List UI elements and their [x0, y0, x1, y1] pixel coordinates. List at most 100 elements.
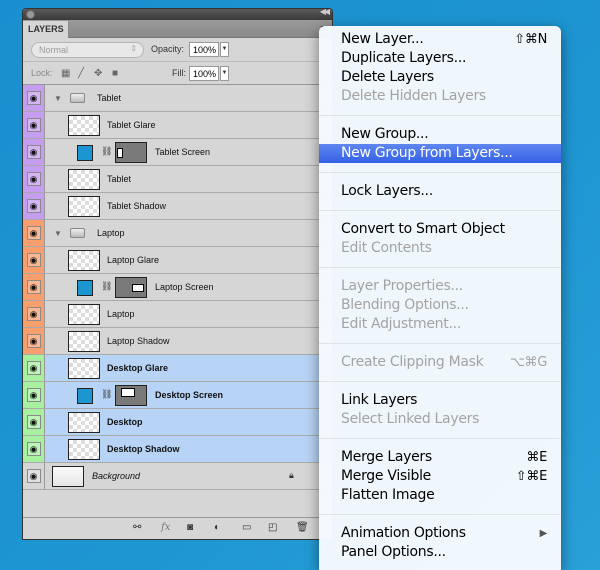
- layer-thumbnail: [68, 439, 100, 460]
- menu-item-merge-visible[interactable]: Merge Visible ⇧⌘E: [319, 467, 561, 486]
- trash-icon[interactable]: 🗑︎: [296, 522, 309, 533]
- menu-label: New Layer...: [341, 31, 424, 47]
- layer-group-tablet[interactable]: ◉ ▼ Tablet: [23, 85, 332, 112]
- menu-item-link-layers[interactable]: Link Layers: [319, 391, 561, 410]
- lock-paint-brush-icon[interactable]: ╱: [78, 68, 84, 79]
- visibility-toggle[interactable]: ◉: [23, 85, 45, 111]
- disclosure-triangle-icon[interactable]: ▼: [54, 229, 62, 238]
- layer-laptop-screen[interactable]: ◉ ⛓ Laptop Screen: [23, 274, 332, 301]
- eye-icon: ◉: [26, 91, 41, 105]
- visibility-toggle[interactable]: ◉: [23, 193, 45, 219]
- menu-item-animation-options[interactable]: Animation Options ▶: [319, 524, 561, 543]
- add-mask-icon[interactable]: ◙: [187, 522, 193, 533]
- layer-mask-thumbnail: [115, 277, 147, 298]
- visibility-toggle[interactable]: ◉: [23, 301, 45, 327]
- visibility-toggle[interactable]: ◉: [23, 112, 45, 138]
- menu-item-lock-layers[interactable]: Lock Layers...: [319, 182, 561, 201]
- layer-name: Tablet Screen: [155, 147, 211, 157]
- layer-tablet-screen[interactable]: ◉ ⛓ Tablet Screen: [23, 139, 332, 166]
- layer-laptop-shadow[interactable]: ◉ Laptop Shadow: [23, 328, 332, 355]
- adjustment-layer-icon[interactable]: ◐: [214, 522, 220, 533]
- layer-name: Laptop Screen: [155, 282, 214, 292]
- menu-label: Merge Visible: [341, 468, 431, 484]
- layer-background[interactable]: ◉ Background 🔒︎: [23, 463, 332, 490]
- lock-all-icon[interactable]: ■: [112, 68, 118, 79]
- eye-icon: ◉: [26, 226, 41, 240]
- opacity-input[interactable]: 100%: [189, 42, 219, 57]
- new-group-icon[interactable]: ▭: [242, 522, 251, 533]
- layer-thumbnail: [68, 115, 100, 136]
- fill-dropdown-icon[interactable]: ▼: [220, 66, 229, 81]
- fill-input[interactable]: 100%: [189, 66, 219, 81]
- menu-label: Lock Layers...: [341, 183, 433, 199]
- visibility-toggle[interactable]: ◉: [23, 220, 45, 246]
- visibility-toggle[interactable]: ◉: [23, 247, 45, 273]
- tab-layers[interactable]: LAYERS: [23, 21, 69, 38]
- layer-laptop[interactable]: ◉ Laptop: [23, 301, 332, 328]
- visibility-toggle[interactable]: ◉: [23, 382, 45, 408]
- fx-icon[interactable]: fx: [161, 522, 170, 533]
- layer-name: Background: [92, 471, 141, 481]
- menu-item-flatten-image[interactable]: Flatten Image: [319, 486, 561, 505]
- layer-desktop-screen[interactable]: ◉ ⛓ Desktop Screen: [23, 382, 332, 409]
- menu-item-new-group-from-layers[interactable]: New Group from Layers...: [319, 144, 561, 163]
- disclosure-triangle-icon[interactable]: ▼: [54, 94, 62, 103]
- visibility-toggle[interactable]: ◉: [23, 166, 45, 192]
- lock-transparent-icon[interactable]: ▦: [61, 68, 70, 79]
- lock-move-icon[interactable]: ✥: [94, 68, 102, 79]
- menu-separator: [319, 381, 561, 382]
- layer-tablet-glare[interactable]: ◉ Tablet Glare: [23, 112, 332, 139]
- link-layers-icon[interactable]: ⚯: [133, 522, 141, 533]
- eye-icon: ◉: [26, 199, 41, 213]
- layer-tablet[interactable]: ◉ Tablet: [23, 166, 332, 193]
- color-fill-swatch: [77, 145, 93, 161]
- lock-icon: 🔒︎: [289, 470, 294, 480]
- close-icon[interactable]: [26, 10, 35, 19]
- visibility-toggle[interactable]: ◉: [23, 463, 45, 489]
- visibility-toggle[interactable]: ◉: [23, 409, 45, 435]
- layer-name: Tablet Glare: [107, 120, 156, 130]
- menu-item-select-linked-layers: Select Linked Layers: [319, 410, 561, 429]
- menu-item-panel-options[interactable]: Panel Options...: [319, 543, 561, 562]
- layer-desktop[interactable]: ◉ Desktop: [23, 409, 332, 436]
- menu-item-delete-layers[interactable]: Delete Layers: [319, 68, 561, 87]
- layer-name: Desktop Glare: [107, 363, 169, 373]
- menu-item-duplicate-layers[interactable]: Duplicate Layers...: [319, 49, 561, 68]
- menu-item-convert-smart-object[interactable]: Convert to Smart Object: [319, 220, 561, 239]
- menu-item-merge-layers[interactable]: Merge Layers ⌘E: [319, 448, 561, 467]
- menu-item-new-layer[interactable]: New Layer... ⇧⌘N: [319, 30, 561, 49]
- eye-icon: ◉: [26, 172, 41, 186]
- eye-icon: ◉: [26, 334, 41, 348]
- menu-label: Edit Adjustment...: [341, 316, 461, 332]
- visibility-toggle[interactable]: ◉: [23, 355, 45, 381]
- layer-name: Laptop: [107, 309, 135, 319]
- visibility-toggle[interactable]: ◉: [23, 436, 45, 462]
- layer-thumbnail: [68, 304, 100, 325]
- layer-laptop-glare[interactable]: ◉ Laptop Glare: [23, 247, 332, 274]
- panel-tabs: LAYERS ▼: [23, 20, 332, 38]
- new-layer-icon[interactable]: ◰: [268, 522, 277, 533]
- link-chain-icon: ⛓: [101, 281, 113, 291]
- layer-thumbnail: [68, 331, 100, 352]
- menu-label: Merge Layers: [341, 449, 432, 465]
- visibility-toggle[interactable]: ◉: [23, 139, 45, 165]
- menu-item-new-group[interactable]: New Group...: [319, 125, 561, 144]
- color-fill-swatch: [77, 280, 93, 296]
- visibility-toggle[interactable]: ◉: [23, 274, 45, 300]
- eye-icon: ◉: [26, 469, 41, 483]
- layer-group-laptop[interactable]: ◉ ▼ Laptop: [23, 220, 332, 247]
- menu-label: Select Linked Layers: [341, 411, 480, 427]
- layer-desktop-glare[interactable]: ◉ Desktop Glare: [23, 355, 332, 382]
- blend-mode-select[interactable]: Normal ⇕: [31, 42, 144, 58]
- layer-thumbnail: [68, 169, 100, 190]
- collapse-icon[interactable]: ◀◀: [320, 9, 330, 16]
- layer-name: Desktop Screen: [155, 390, 224, 400]
- visibility-toggle[interactable]: ◉: [23, 328, 45, 354]
- menu-label: Delete Layers: [341, 69, 434, 85]
- layer-desktop-shadow[interactable]: ◉ Desktop Shadow: [23, 436, 332, 463]
- layer-tablet-shadow[interactable]: ◉ Tablet Shadow: [23, 193, 332, 220]
- opacity-dropdown-icon[interactable]: ▼: [220, 42, 229, 57]
- layer-name: Laptop: [97, 228, 125, 238]
- eye-icon: ◉: [26, 442, 41, 456]
- layer-name: Laptop Glare: [107, 255, 160, 265]
